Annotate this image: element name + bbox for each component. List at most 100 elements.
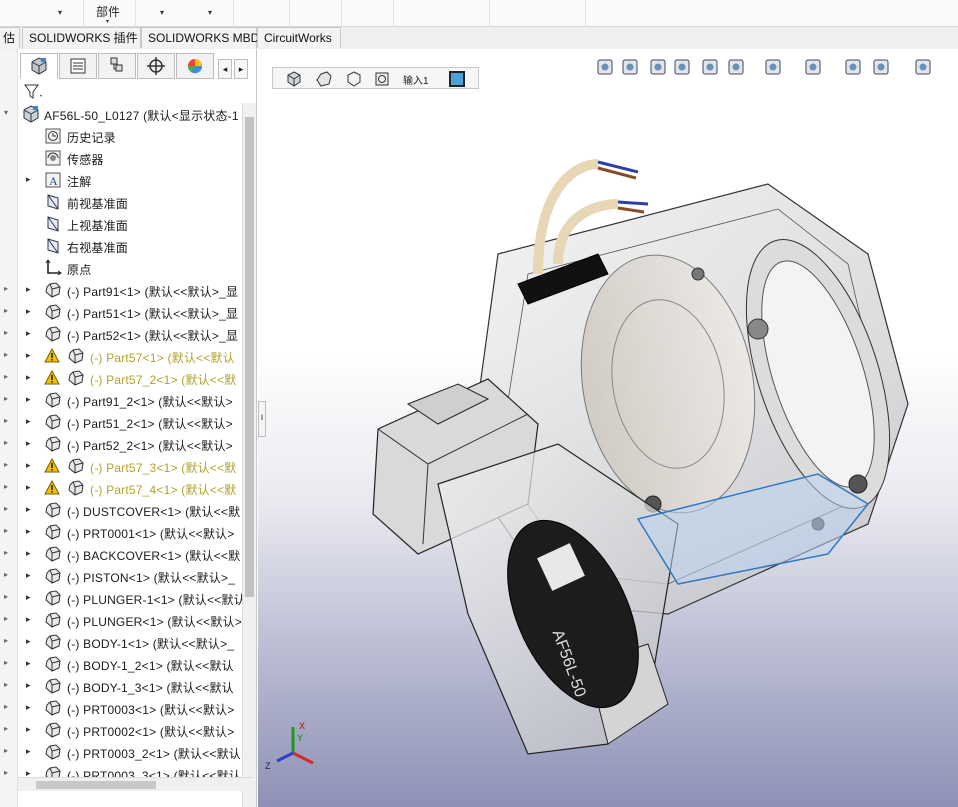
apply-scene-icon[interactable] [871,57,893,77]
tab-scroll-left-button[interactable]: ◂ [218,59,232,79]
property-manager-icon[interactable] [59,53,97,79]
tree-item-part[interactable]: ▸ ▸ (-) Part57_3<1> (默认<<默 [0,455,242,477]
assembly-model-render[interactable]: AF56L-50 [348,144,928,764]
chevron-right-icon[interactable]: ▸ [26,482,31,493]
tree-item-history[interactable]: 历史记录 [0,125,242,147]
chevron-right-icon[interactable]: ▸ [26,526,31,537]
zoom-to-area-icon[interactable] [620,57,642,77]
tree-item-part[interactable]: ▸ ▸ (-) DUSTCOVER<1> (默认<<默 [0,499,242,521]
feature-icon[interactable] [373,70,391,88]
tree-item-part[interactable]: ▸ ▸ (-) BODY-1<1> (默认<<默认>_ [0,631,242,653]
chevron-down-icon[interactable]: ▾ [58,8,62,17]
chevron-right-icon[interactable]: ▸ [26,372,31,383]
tree-item-part[interactable]: ▸ ▸ (-) PLUNGER<1> (默认<<默认> [0,609,242,631]
section-view-icon[interactable] [672,57,694,77]
tree-item-part[interactable]: ▸ ▸ (-) PISTON<1> (默认<<默认>_ [0,565,242,587]
tab-circuitworks[interactable]: CircuitWorks [257,27,341,48]
tree-item-part[interactable]: ▸ ▸ (-) BODY-1_3<1> (默认<<默认 [0,675,242,697]
face-icon[interactable] [449,71,465,87]
scrollbar-thumb[interactable] [36,781,156,789]
subassembly-icon[interactable] [315,70,333,88]
chevron-right-icon[interactable]: ▸ [26,592,31,603]
chevron-right-icon[interactable]: ▸ [26,548,31,559]
graphics-viewport[interactable]: ‖ 输入1 AF56L-50 X Y Z [258,49,958,807]
part-icon[interactable] [345,70,363,88]
configuration-manager-icon[interactable] [98,53,136,79]
chevron-right-icon[interactable]: ▸ [26,724,31,735]
ribbon-group-3[interactable]: ▾ ▾ [136,0,234,27]
chevron-down-icon[interactable]: ▾ [106,18,109,25]
hide-show-icon[interactable] [803,57,825,77]
tree-item-top-plane[interactable]: 上视基准面 [0,213,242,235]
chevron-right-icon[interactable]: ▸ [26,350,31,361]
chevron-right-icon[interactable]: ▸ [26,306,31,317]
chevron-right-icon[interactable]: ▸ [26,702,31,713]
chevron-right-icon[interactable]: ▸ [26,658,31,669]
tree-item-front-plane[interactable]: 前视基准面 [0,191,242,213]
tree-item-part[interactable]: ▸ ▸ (-) PLUNGER-1<1> (默认<<默认 [0,587,242,609]
chevron-right-icon[interactable]: ▸ [26,570,31,581]
chevron-right-icon[interactable]: ▸ [26,328,31,339]
chevron-right-icon[interactable]: ▸ [26,680,31,691]
tab-solidworks-addins[interactable]: SOLIDWORKS 插件 [22,27,141,48]
tab-solidworks-mbd[interactable]: SOLIDWORKS MBD [141,27,259,48]
tree-item-part[interactable]: ▸ ▸ (-) Part52_2<1> (默认<<默认> [0,433,242,455]
tree-horizontal-scrollbar[interactable] [18,777,254,791]
chevron-right-icon[interactable]: ▸ [26,614,31,625]
ribbon-group-6[interactable] [342,0,394,27]
tree-item-part[interactable]: ▸ ▸ (-) Part57_4<1> (默认<<默 [0,477,242,499]
tree-item-part[interactable]: ▸ ▸ (-) PRT0003<1> (默认<<默认> [0,697,242,719]
chevron-right-icon[interactable]: ▸ [26,394,31,405]
tree-item-part[interactable]: ▸ ▸ (-) Part91_2<1> (默认<<默认> [0,389,242,411]
tree-item-part[interactable]: ▸ ▸ (-) Part52<1> (默认<<默认>_显 [0,323,242,345]
chevron-right-icon[interactable]: ▸ [26,504,31,515]
tree-item-annotations[interactable]: ▸ A 注解 [0,169,242,191]
ribbon-group-7[interactable] [394,0,490,27]
tree-item-part[interactable]: ▸ ▸ (-) PRT0001<1> (默认<<默认> [0,521,242,543]
display-manager-icon[interactable] [176,53,214,79]
feature-manager-icon[interactable] [20,53,58,79]
panel-collapse-handle[interactable]: ‖ [258,401,266,437]
tree-item-part[interactable]: ▸ ▸ (-) Part57<1> (默认<<默认 [0,345,242,367]
tree-item-part[interactable]: ▸ ▸ (-) BACKCOVER<1> (默认<<默 [0,543,242,565]
dimxpert-icon[interactable] [137,53,175,79]
tree-item-part[interactable]: ▸ ▸ (-) Part91<1> (默认<<默认>_显 [0,279,242,301]
previous-view-icon[interactable] [648,57,670,77]
tree-item-part[interactable]: ▸ ▸ (-) Part51<1> (默认<<默认>_显 [0,301,242,323]
dynamic-annotation-icon[interactable] [700,57,722,77]
tree-item-right-plane[interactable]: 右视基准面 [0,235,242,257]
chevron-right-icon[interactable]: ▸ [26,438,31,449]
chevron-right-icon[interactable]: ▸ [26,416,31,427]
scrollbar-thumb[interactable] [245,117,254,597]
tree-vertical-scrollbar[interactable] [242,103,256,807]
display-style-icon[interactable] [763,57,785,77]
tree-item-part[interactable]: ▸ ▸ (-) PRT0003_2<1> (默认<<默认 [0,741,242,763]
tree-item-part[interactable]: ▸ ▸ (-) PRT0002<1> (默认<<默认> [0,719,242,741]
chevron-right-icon[interactable]: ▸ [26,746,31,757]
edit-appearance-icon[interactable] [843,57,865,77]
ribbon-group-5[interactable] [290,0,342,27]
view-settings-icon[interactable] [913,57,935,77]
ribbon-group-8[interactable] [490,0,586,27]
chevron-down-icon[interactable]: ▾ [160,8,164,17]
view-orientation-icon[interactable] [726,57,748,77]
filter-icon[interactable] [22,82,44,102]
tree-item-part[interactable]: ▸ ▸ (-) Part51_2<1> (默认<<默认> [0,411,242,433]
chevron-right-icon[interactable]: ▸ [26,174,31,185]
ribbon-group-4[interactable] [234,0,290,27]
tree-item-origin[interactable]: 原点 [0,257,242,279]
tree-item-sensors[interactable]: 传感器 [0,147,242,169]
tree-root[interactable]: ▾ AF56L-50_L0127 (默认<显示状态-1 [0,103,242,125]
tab-estimate[interactable]: 估 [0,27,20,48]
tree-item-part[interactable]: ▸ ▸ (-) Part57_2<1> (默认<<默 [0,367,242,389]
chevron-right-icon[interactable]: ▸ [26,460,31,471]
assembly-icon[interactable] [285,70,303,88]
breadcrumb-label[interactable]: 输入1 [403,72,429,87]
tab-scroll-right-button[interactable]: ▸ [234,59,248,79]
ribbon-group-2[interactable]: 部件 ▾ [84,0,136,27]
chevron-right-icon[interactable]: ▸ [26,636,31,647]
chevron-down-icon[interactable]: ▾ [208,8,212,17]
tree-item-part[interactable]: ▸ ▸ (-) BODY-1_2<1> (默认<<默认 [0,653,242,675]
chevron-down-icon[interactable]: ▾ [4,108,8,117]
chevron-right-icon[interactable]: ▸ [26,284,31,295]
